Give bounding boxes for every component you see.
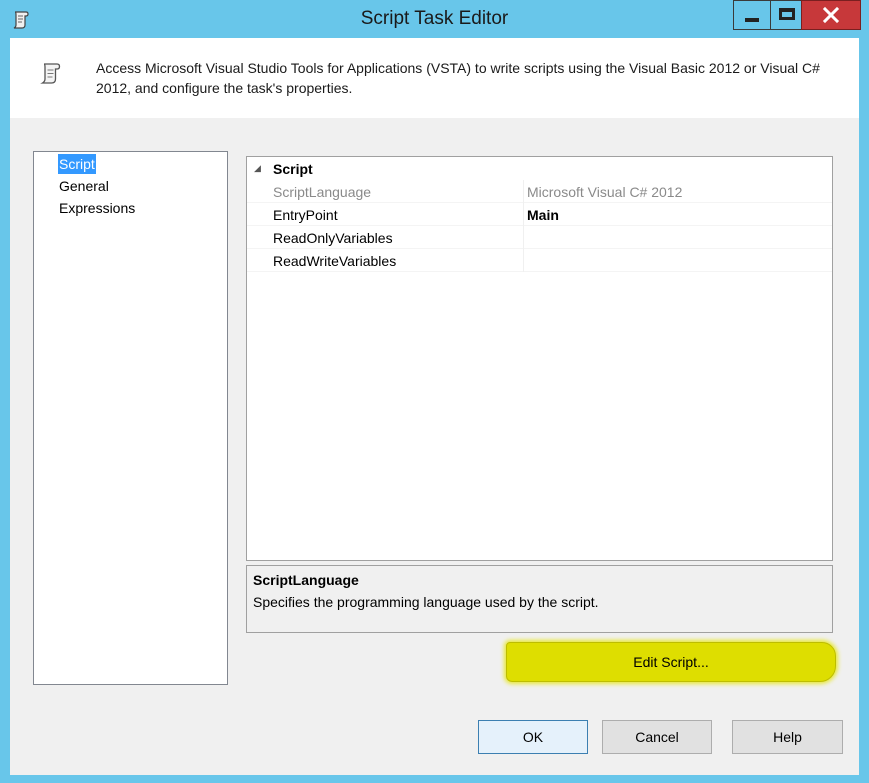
script-task-editor-window: Script Task Editor Access Microsoft Visu… [0,0,869,783]
property-row-scriptlanguage[interactable]: ScriptLanguage Microsoft Visual C# 2012 [247,180,832,203]
minimize-button[interactable] [733,0,771,30]
property-value: Microsoft Visual C# 2012 [527,184,683,200]
title-bar[interactable]: Script Task Editor [0,0,869,38]
header-panel: Access Microsoft Visual Studio Tools for… [10,38,859,118]
edit-script-button[interactable]: Edit Script... [506,642,836,682]
minimize-icon [745,18,759,22]
collapse-triangle-icon[interactable]: ◢ [254,163,261,174]
property-grid: ◢ Script ScriptLanguage Microsoft Visual… [246,156,833,561]
property-row-readwritevariables[interactable]: ReadWriteVariables [247,249,832,272]
property-name: ReadWriteVariables [273,253,397,269]
cancel-button[interactable]: Cancel [602,720,712,754]
property-name: ScriptLanguage [273,184,372,200]
nav-item-script[interactable]: Script [58,154,96,174]
property-value[interactable]: Main [527,205,559,225]
column-divider[interactable] [523,180,524,272]
property-name: ReadOnlyVariables [273,230,393,246]
description-title: ScriptLanguage [253,572,359,588]
category-row-script[interactable]: ◢ Script [247,157,832,180]
description-panel: ScriptLanguage Specifies the programming… [246,565,833,633]
nav-item-general[interactable]: General [58,176,110,196]
page-navigation-list: Script General Expressions [33,151,228,685]
property-row-readonlyvariables[interactable]: ReadOnlyVariables [247,226,832,249]
category-label: Script [273,161,313,177]
ok-button[interactable]: OK [478,720,588,754]
script-scroll-icon [38,60,64,86]
description-text: Specifies the programming language used … [253,594,599,610]
header-description: Access Microsoft Visual Studio Tools for… [96,60,820,96]
maximize-icon [779,8,795,20]
property-name: EntryPoint [273,207,338,223]
close-icon [802,1,860,29]
dialog-client-area: Access Microsoft Visual Studio Tools for… [10,38,859,775]
nav-item-expressions[interactable]: Expressions [58,198,136,218]
property-row-entrypoint[interactable]: EntryPoint Main [247,203,832,226]
close-button[interactable] [801,0,861,30]
help-button[interactable]: Help [732,720,843,754]
maximize-button[interactable] [770,0,802,30]
